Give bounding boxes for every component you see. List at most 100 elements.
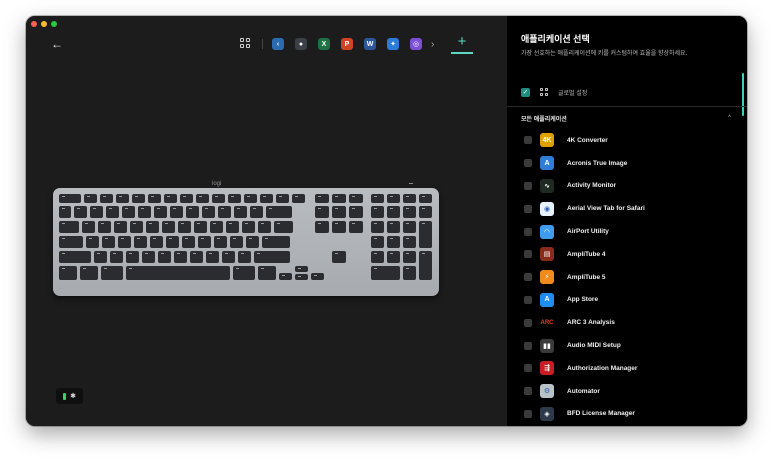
app-icon-1[interactable]: ‹ (272, 38, 284, 50)
amplitube5-icon: ⚡ (540, 270, 554, 285)
keyboard-key (349, 221, 363, 233)
app-list-item[interactable]: ◉ Aerial View Tab for Safari (507, 197, 747, 220)
app-list-item[interactable]: ▮▮ Audio MIDI Setup (507, 334, 747, 357)
app-icon-6[interactable]: ✦ (387, 38, 399, 50)
keyboard-key (403, 194, 416, 203)
global-settings-row[interactable]: ✓ 글로벌 설정 (521, 84, 587, 100)
app-icon-7[interactable]: ◎ (410, 38, 422, 50)
keyboard-key (74, 206, 87, 218)
powerpoint-icon[interactable]: P (341, 38, 353, 50)
app-grid-icon (540, 87, 549, 97)
keyboard-key (59, 221, 79, 233)
keyboard-key (295, 266, 308, 272)
app-checkbox[interactable] (524, 295, 532, 304)
keyboard-key (110, 251, 123, 263)
app-list-item[interactable]: ◈ BFD License Manager (507, 403, 747, 426)
automator-icon: ⚙ (540, 384, 554, 399)
keyboard-logo: logi (212, 181, 222, 187)
options-window: ← ‹ ● X P W ✦ ◎ › + logi ✱ 애플리케이션 선택 가장 선호하는 애… (26, 16, 747, 426)
keyboard-key (387, 251, 400, 263)
keyboard-key (174, 251, 187, 263)
app-checkbox[interactable] (524, 159, 532, 168)
app-checkbox[interactable] (524, 273, 532, 282)
keyboard-key (146, 221, 159, 233)
arc3-icon: ARC (540, 315, 554, 330)
keyboard-key (238, 251, 251, 263)
app-list-item[interactable]: ◠ AirPort Utility (507, 220, 747, 243)
keyboard-status-led (409, 183, 413, 184)
global-settings-checkbox[interactable]: ✓ (521, 87, 530, 97)
app-checkbox[interactable] (524, 341, 532, 350)
app-icon-2[interactable]: ● (295, 38, 307, 50)
keyboard-key (387, 221, 400, 233)
keyboard-key (387, 236, 400, 248)
keyboard-key (196, 194, 209, 203)
minimize-window-button[interactable] (41, 21, 47, 27)
keyboard-key (202, 206, 215, 218)
keyboard-key (206, 251, 219, 263)
activity-monitor-icon: ∿ (540, 178, 554, 193)
keyboard-key (180, 194, 193, 203)
bfd-license-icon: ◈ (540, 406, 554, 421)
app-list-item[interactable]: A Acronis True Image (507, 152, 747, 175)
app-list-item[interactable]: ⚡ AmpliTube 5 (507, 266, 747, 289)
window-controls (31, 21, 57, 27)
app-checkbox[interactable] (524, 250, 532, 259)
keyboard-key (118, 236, 131, 248)
app-list-item[interactable]: ARC ARC 3 Analysis (507, 311, 747, 334)
keyboard-key (148, 194, 161, 203)
keyboard-key (138, 206, 151, 218)
app-grid-icon[interactable] (240, 38, 252, 50)
word-icon[interactable]: W (364, 38, 376, 50)
app-checkbox[interactable] (524, 136, 532, 145)
app-list-item[interactable]: ▤ AmpliTube 4 (507, 243, 747, 266)
app-name: App Store (567, 296, 599, 304)
zoom-window-button[interactable] (51, 21, 57, 27)
keyboard-key (212, 194, 225, 203)
app-list-item[interactable]: ⚙ Automator (507, 380, 747, 403)
keyboard-key (230, 236, 243, 248)
keyboard-key (214, 236, 227, 248)
app-checkbox[interactable] (524, 318, 532, 327)
app-checkbox[interactable] (524, 364, 532, 373)
keyboard-key (258, 221, 271, 233)
keyboard-key (246, 236, 259, 248)
app-checkbox[interactable] (524, 181, 532, 190)
keyboard-key (226, 221, 239, 233)
close-window-button[interactable] (31, 21, 37, 27)
keyboard-key (332, 251, 346, 263)
app-checkbox[interactable] (524, 227, 532, 236)
scrollbar[interactable] (742, 73, 744, 116)
app-checkbox[interactable] (524, 409, 532, 418)
device-status-chip[interactable]: ✱ (56, 388, 83, 404)
chevron-right-icon[interactable]: › (431, 39, 434, 50)
keyboard-key (371, 266, 400, 280)
keyboard-key (126, 251, 139, 263)
keyboard-key (122, 206, 135, 218)
chevron-up-icon[interactable]: ^ (728, 115, 731, 121)
keyboard-key (276, 194, 289, 203)
all-applications-header[interactable]: 모든 애플리케이션 ^ (521, 112, 731, 124)
app-list-item[interactable]: ∿ Activity Monitor (507, 175, 747, 198)
app-checkbox[interactable] (524, 387, 532, 396)
excel-icon[interactable]: X (318, 38, 330, 50)
keyboard-key (142, 251, 155, 263)
keyboard-key (403, 266, 416, 280)
keyboard-key (371, 206, 384, 218)
add-application-button[interactable]: + (451, 32, 473, 54)
toolbar-divider (262, 39, 263, 49)
keyboard-key (228, 194, 241, 203)
keyboard-key (254, 251, 290, 263)
app-list-item[interactable]: A App Store (507, 289, 747, 312)
app-checkbox[interactable] (524, 204, 532, 213)
keyboard-key (419, 221, 432, 248)
4k-converter-icon: 4K (540, 133, 554, 148)
keyboard-key (116, 194, 129, 203)
app-list-item[interactable]: ⇶ Authorization Manager (507, 357, 747, 380)
app-name: AmpliTube 5 (567, 273, 606, 281)
authorization-manager-icon: ⇶ (540, 361, 554, 376)
keyboard-key (198, 236, 211, 248)
arrow-left-icon[interactable]: ← (50, 37, 64, 51)
app-list-item[interactable]: 4K 4K Converter (507, 129, 747, 152)
keyboard-key (182, 236, 195, 248)
